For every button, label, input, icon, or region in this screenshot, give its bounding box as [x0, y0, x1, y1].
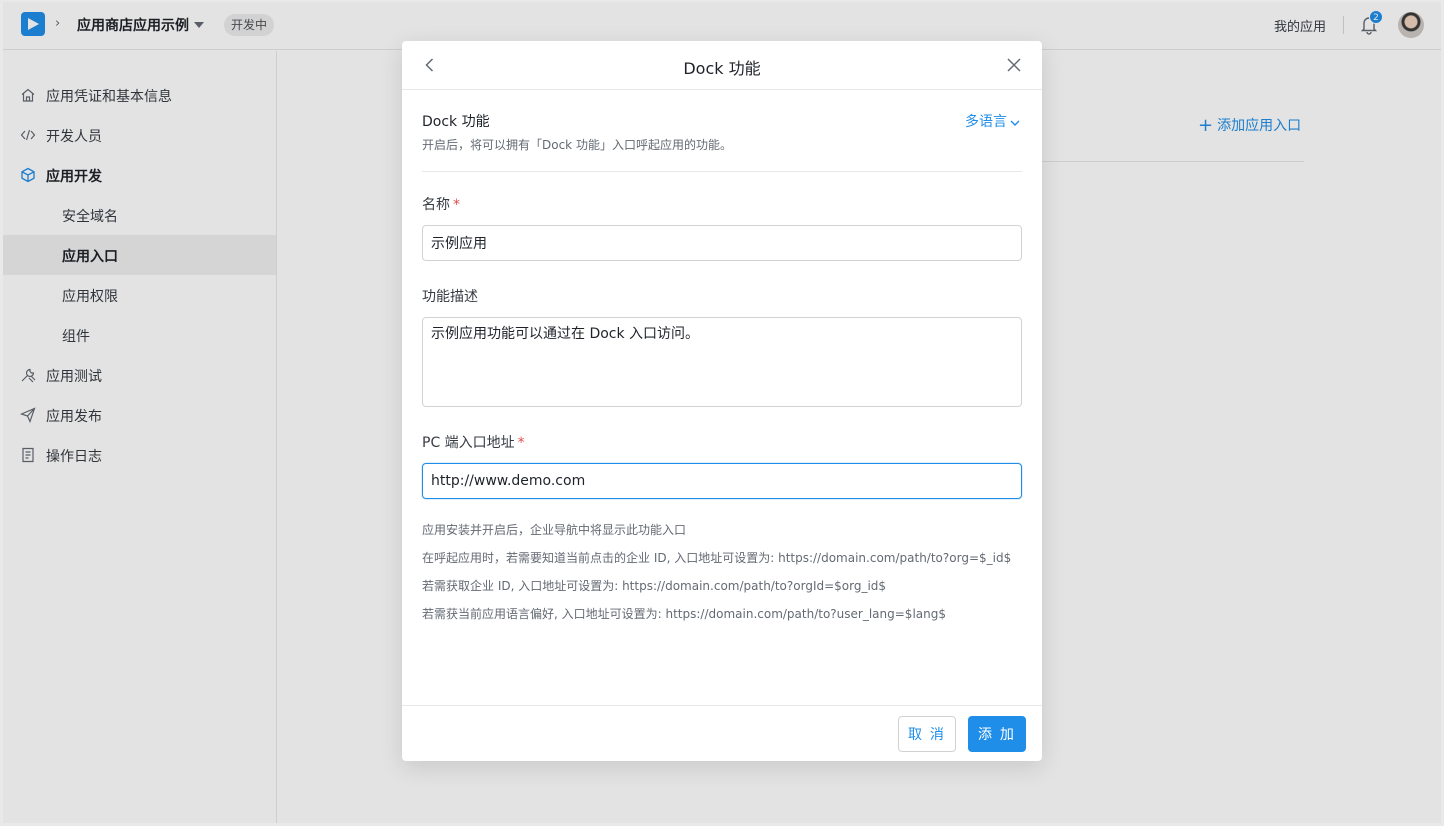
hint-text: 应用安装并开启后，企业导航中将显示此功能入口 [422, 523, 687, 537]
hint-text: 若需获取企业 ID, 入口地址可设置为: https://domain.com/… [422, 579, 887, 593]
name-input[interactable] [422, 225, 1022, 261]
close-icon[interactable] [1006, 57, 1022, 73]
dialog-header: Dock 功能 [402, 41, 1042, 90]
pc-url-input[interactable] [422, 463, 1022, 499]
required-mark: * [453, 197, 460, 213]
chevron-down-icon [1010, 120, 1020, 126]
name-label-text: 名称 [422, 197, 450, 213]
description-textarea[interactable]: 示例应用功能可以通过在 Dock 入口访问。 [422, 317, 1022, 407]
multi-language-label: 多语言 [965, 114, 1007, 130]
app-window: › 应用商店应用示例 开发中 我的应用 2 应用凭证和基本信息 开发人员 应用开… [3, 2, 1441, 823]
cancel-button[interactable]: 取 消 [898, 716, 956, 752]
section-title: Dock 功能 [422, 114, 490, 130]
add-button[interactable]: 添 加 [968, 716, 1026, 752]
dock-feature-dialog: Dock 功能 Dock 功能 多语言 开启后，将可以拥有「Dock 功能」入口… [402, 41, 1042, 761]
dialog-footer: 取 消 添 加 [402, 705, 1042, 761]
multi-language-button[interactable]: 多语言 [965, 111, 1020, 131]
description-field-label: 功能描述 [422, 289, 478, 305]
pc-url-label-text: PC 端入口地址 [422, 435, 515, 451]
required-mark: * [517, 435, 525, 451]
hint-text: 在呼起应用时，若需要知道当前点击的企业 ID, 入口地址可设置为: https:… [422, 551, 1012, 565]
section-description: 开启后，将可以拥有「Dock 功能」入口呼起应用的功能。 [422, 138, 732, 152]
hint-text: 若需获当前应用语言偏好, 入口地址可设置为: https://domain.co… [422, 607, 946, 621]
name-field-label: 名称 * [422, 194, 460, 214]
pc-url-field-label: PC 端入口地址 * [422, 432, 525, 452]
section-divider [422, 171, 1022, 172]
dialog-title: Dock 功能 [683, 59, 761, 78]
